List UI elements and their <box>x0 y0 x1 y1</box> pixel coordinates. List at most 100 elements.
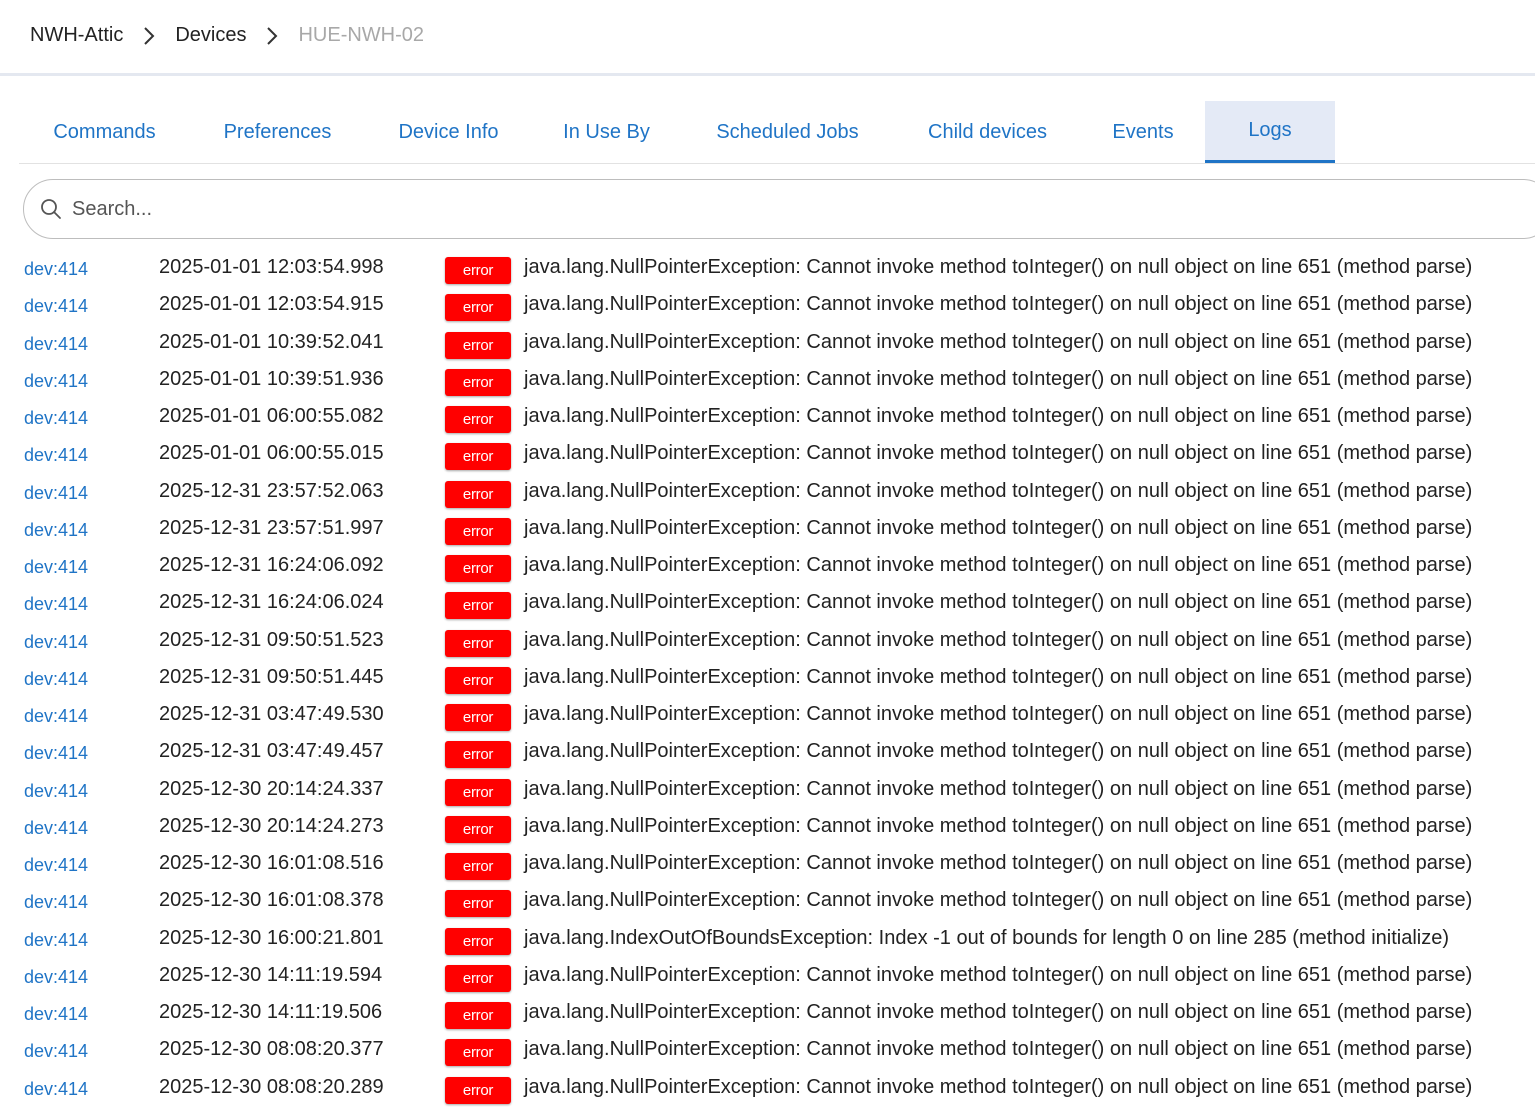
log-row: dev:414 2025-12-31 16:24:06.092 error java.… <box>0 548 1535 585</box>
log-row: dev:414 2025-01-01 10:39:52.041 error java.… <box>0 325 1535 362</box>
log-timestamp: 2025-12-30 16:01:08.516 <box>159 852 384 874</box>
log-row: dev:414 2025-12-30 20:14:24.273 error java.… <box>0 809 1535 846</box>
log-level-badge: error <box>445 704 511 731</box>
log-device-link[interactable]: dev:414 <box>24 743 88 764</box>
log-row: dev:414 2025-12-30 14:11:19.594 error java.… <box>0 958 1535 995</box>
log-timestamp: 2025-12-31 23:57:51.997 <box>159 516 384 539</box>
log-level-badge: error <box>445 1039 511 1067</box>
log-timestamp: 2025-12-31 16:24:06.024 <box>159 591 384 614</box>
log-message: java.lang.NullPointerException: Cannot i… <box>524 516 1473 539</box>
log-device-link[interactable]: dev:414 <box>24 1004 88 1025</box>
log-row: dev:414 2025-12-31 03:47:49.457 error java.… <box>0 734 1535 771</box>
device-tabs: Commands Preferences Device Info In Use … <box>19 101 1535 164</box>
log-row: dev:414 2025-01-01 06:00:55.082 error java.… <box>0 399 1535 436</box>
log-message: java.lang.NullPointerException: Cannot i… <box>524 293 1473 316</box>
log-device-link[interactable]: dev:414 <box>24 669 88 690</box>
log-timestamp: 2025-12-31 23:57:52.063 <box>159 479 384 502</box>
log-device-link[interactable]: dev:414 <box>24 892 88 913</box>
log-message: java.lang.NullPointerException: Cannot i… <box>524 740 1473 763</box>
log-row: dev:414 2025-01-01 12:03:54.998 error java.… <box>0 250 1535 287</box>
log-timestamp: 2025-01-01 10:39:52.041 <box>159 330 384 353</box>
log-row: dev:414 2025-12-30 08:08:20.377 error java.… <box>0 1032 1535 1069</box>
log-timestamp: 2025-12-30 20:14:24.273 <box>159 814 384 837</box>
log-device-link[interactable]: dev:414 <box>24 818 88 839</box>
log-device-link[interactable]: dev:414 <box>24 632 88 653</box>
breadcrumb-item-hub[interactable]: NWH-Attic <box>30 24 123 47</box>
tab-logs[interactable]: Logs <box>1205 101 1335 163</box>
log-message: java.lang.NullPointerException: Cannot i… <box>524 963 1473 986</box>
log-row: dev:414 2025-12-31 09:50:51.445 error java.… <box>0 660 1535 697</box>
log-message: java.lang.NullPointerException: Cannot i… <box>524 889 1473 912</box>
log-device-link[interactable]: dev:414 <box>24 445 88 466</box>
log-message: java.lang.NullPointerException: Cannot i… <box>524 330 1473 353</box>
log-timestamp: 2025-01-01 12:03:54.915 <box>159 293 384 316</box>
log-message: java.lang.NullPointerException: Cannot i… <box>524 1038 1473 1061</box>
log-timestamp: 2025-12-30 16:00:21.801 <box>159 926 384 949</box>
log-message: java.lang.NullPointerException: Cannot i… <box>524 628 1473 651</box>
log-row: dev:414 2025-12-30 16:01:08.516 error java.… <box>0 846 1535 883</box>
log-timestamp: 2025-12-30 14:11:19.594 <box>159 963 383 986</box>
log-row: dev:414 2025-12-31 23:57:52.063 error java.… <box>0 474 1535 511</box>
tab-in-use-by[interactable]: In Use By <box>532 101 681 163</box>
log-message: java.lang.NullPointerException: Cannot i… <box>524 442 1473 465</box>
log-device-link[interactable]: dev:414 <box>24 781 88 802</box>
log-level-badge: error <box>445 294 511 322</box>
log-device-link[interactable]: dev:414 <box>24 967 88 988</box>
log-timestamp: 2025-12-30 08:08:20.377 <box>159 1038 384 1061</box>
log-row: dev:414 2025-12-31 23:57:51.997 error java.… <box>0 511 1535 548</box>
log-row: dev:414 2025-12-31 09:50:51.523 error java.… <box>0 623 1535 660</box>
log-level-badge: error <box>445 517 511 545</box>
log-row: dev:414 2025-01-01 10:39:51.936 error java.… <box>0 362 1535 399</box>
log-timestamp: 2025-01-01 06:00:55.082 <box>159 405 384 427</box>
log-message: java.lang.NullPointerException: Cannot i… <box>524 479 1473 502</box>
log-device-link[interactable]: dev:414 <box>24 855 88 876</box>
log-list: dev:414 2025-01-01 12:03:54.998 error java.… <box>0 250 1535 1107</box>
log-device-link[interactable]: dev:414 <box>24 557 88 578</box>
log-timestamp: 2025-12-31 03:47:49.457 <box>159 740 384 763</box>
tab-device-info[interactable]: Device Info <box>365 101 532 163</box>
search-input[interactable] <box>70 196 1274 222</box>
log-device-link[interactable]: dev:414 <box>24 594 88 615</box>
chevron-right-icon <box>123 24 175 48</box>
log-message: java.lang.NullPointerException: Cannot i… <box>524 852 1473 874</box>
log-message: java.lang.NullPointerException: Cannot i… <box>524 367 1473 390</box>
log-timestamp: 2025-12-30 20:14:24.337 <box>159 777 384 800</box>
log-row: dev:414 2025-12-31 16:24:06.024 error java.… <box>0 585 1535 622</box>
log-level-badge: error <box>445 257 511 284</box>
log-device-link[interactable]: dev:414 <box>24 334 88 355</box>
log-device-link[interactable]: dev:414 <box>24 483 88 504</box>
log-level-badge: error <box>445 1002 511 1029</box>
log-level-badge: error <box>445 592 511 620</box>
log-message: java.lang.NullPointerException: Cannot i… <box>524 1075 1473 1098</box>
log-device-link[interactable]: dev:414 <box>24 296 88 317</box>
tab-commands[interactable]: Commands <box>19 101 190 163</box>
log-level-badge: error <box>445 1076 511 1104</box>
log-level-badge: error <box>445 629 511 657</box>
breadcrumb-bar: NWH-Attic Devices HUE-NWH-02 <box>0 0 1535 76</box>
tab-scheduled-jobs[interactable]: Scheduled Jobs <box>681 101 894 163</box>
log-device-link[interactable]: dev:414 <box>24 1079 88 1100</box>
log-level-badge: error <box>445 964 511 992</box>
tab-child-devices[interactable]: Child devices <box>894 101 1081 163</box>
log-message: java.lang.NullPointerException: Cannot i… <box>524 703 1473 725</box>
log-level-badge: error <box>445 666 511 694</box>
log-device-link[interactable]: dev:414 <box>24 520 88 541</box>
log-device-link[interactable]: dev:414 <box>24 259 88 280</box>
log-device-link[interactable]: dev:414 <box>24 706 88 727</box>
log-device-link[interactable]: dev:414 <box>24 930 88 951</box>
log-level-badge: error <box>445 927 511 955</box>
tab-preferences[interactable]: Preferences <box>190 101 365 163</box>
breadcrumb-item-devices[interactable]: Devices <box>175 24 246 47</box>
log-row: dev:414 2025-01-01 12:03:54.915 error java.… <box>0 287 1535 324</box>
log-device-link[interactable]: dev:414 <box>24 408 88 429</box>
log-level-badge: error <box>445 890 511 918</box>
log-timestamp: 2025-01-01 06:00:55.015 <box>159 442 384 465</box>
log-row: dev:414 2025-12-30 08:08:20.289 error java.… <box>0 1070 1535 1107</box>
log-level-badge: error <box>445 555 511 582</box>
log-message: java.lang.IndexOutOfBoundsException: Ind… <box>524 926 1450 949</box>
log-device-link[interactable]: dev:414 <box>24 1041 88 1062</box>
search-box[interactable] <box>23 179 1535 239</box>
log-device-link[interactable]: dev:414 <box>24 371 88 392</box>
log-timestamp: 2025-12-30 16:01:08.378 <box>159 889 384 912</box>
tab-events[interactable]: Events <box>1081 101 1205 163</box>
